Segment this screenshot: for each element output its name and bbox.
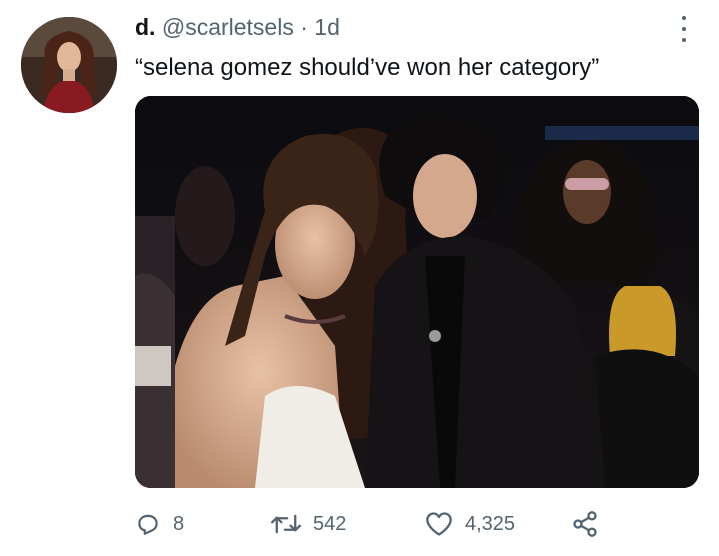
- handle[interactable]: @scarletsels: [162, 14, 294, 40]
- separator-dot: ·: [300, 14, 308, 40]
- reply-icon: [138, 514, 158, 535]
- share-icon: [573, 511, 597, 537]
- tweet[interactable]: d. @scarletsels · 1d “selena gomez shoul…: [0, 0, 719, 556]
- tweet-actions: 8 542 4,325: [135, 508, 695, 540]
- like-count: 4,325: [465, 512, 516, 535]
- share-button[interactable]: [571, 508, 599, 540]
- avatar-image: [21, 17, 117, 113]
- reply-button[interactable]: 8: [135, 508, 184, 540]
- timestamp[interactable]: 1d: [314, 14, 340, 40]
- reply-count: 8: [173, 512, 185, 535]
- tweet-media[interactable]: [135, 96, 699, 488]
- retweet-count: 542: [313, 512, 347, 535]
- display-name[interactable]: d.: [135, 14, 155, 40]
- retweet-button[interactable]: 542: [271, 508, 346, 540]
- media-image: [135, 96, 699, 488]
- heart-icon: [426, 512, 452, 536]
- avatar[interactable]: [21, 17, 117, 113]
- tweet-header: d. @scarletsels · 1d: [135, 12, 340, 42]
- retweet-icon: [271, 514, 301, 534]
- tweet-text: “selena gomez should’ve won her category…: [135, 54, 600, 81]
- more-options-icon[interactable]: [674, 16, 694, 42]
- like-button[interactable]: 4,325: [425, 508, 515, 540]
